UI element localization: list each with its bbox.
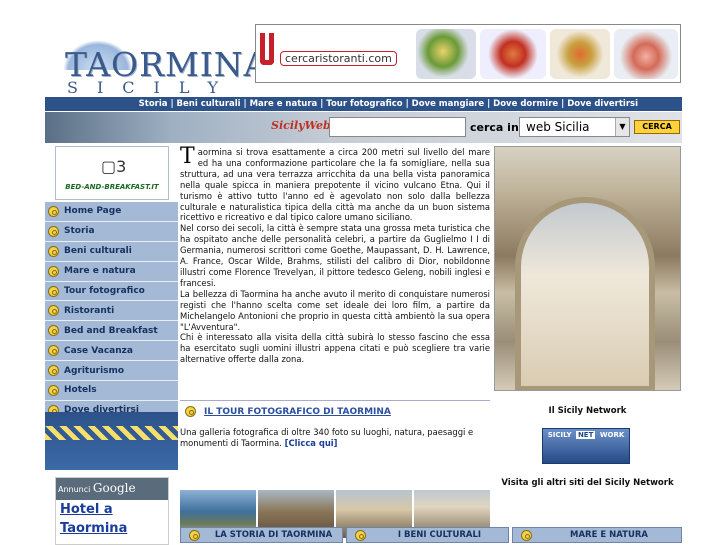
sidebar-item-ristoranti[interactable]: Ristoranti bbox=[45, 301, 178, 322]
tour-title: IL TOUR FOTOGRAFICO DI TAORMINA bbox=[204, 406, 391, 417]
banner-text: cercaristoranti.com bbox=[280, 51, 397, 66]
bed-and-breakfast-banner[interactable]: ▢3 BED-AND-BREAKFAST.IT bbox=[55, 146, 169, 200]
sidebar-item-agriturismo[interactable]: Agriturismo bbox=[45, 361, 178, 382]
intro-text: Taormina si trova esattamente a circa 20… bbox=[180, 144, 490, 365]
bullet-icon bbox=[189, 529, 200, 541]
top-nav[interactable]: Storia | Beni culturali | Mare e natura … bbox=[45, 97, 682, 111]
tour-description: Una galleria fotografica di oltre 340 fo… bbox=[180, 427, 490, 449]
tour-heading[interactable]: IL TOUR FOTOGRAFICO DI TAORMINA bbox=[180, 406, 490, 417]
food-photo-1 bbox=[416, 29, 476, 79]
sidebar-item-storia[interactable]: Storia bbox=[45, 221, 178, 242]
paragraph-3: La bellezza di Taormina ha anche avuto i… bbox=[180, 288, 490, 332]
tour-section: IL TOUR FOTOGRAFICO DI TAORMINA Una gall… bbox=[180, 406, 490, 449]
bullet-icon bbox=[521, 529, 532, 541]
search-bar: SicilyWeb cerca in: web Sicilia ▼ CERCA bbox=[45, 112, 682, 143]
paragraph-2: Nel corso dei secoli, la città è sempre … bbox=[180, 223, 490, 288]
search-scope-label: cerca in: bbox=[470, 121, 524, 134]
bullet-icon bbox=[48, 325, 59, 337]
sidebar-menu: Home Page Storia Beni culturali Mare e n… bbox=[45, 202, 178, 421]
bullet-icon bbox=[48, 384, 59, 396]
sidebar-item-bed-and-breakfast[interactable]: Bed and Breakfast bbox=[45, 321, 178, 342]
search-scope-value: web Sicilia bbox=[526, 120, 590, 134]
bottom-tab-beni-culturali[interactable]: I BENI CULTURALI bbox=[346, 527, 509, 543]
bullet-icon bbox=[48, 225, 59, 237]
sidebar-item-case-vacanza[interactable]: Case Vacanza bbox=[45, 341, 178, 362]
sidebar-item-beni-culturali[interactable]: Beni culturali bbox=[45, 241, 178, 262]
food-photo-4 bbox=[614, 29, 678, 79]
taormina-gate-photo bbox=[494, 146, 681, 391]
ads-label: Annunci bbox=[58, 485, 91, 494]
bottom-tab-label: LA STORIA DI TAORMINA bbox=[214, 530, 333, 540]
sicily-network-logo[interactable]: SICILY NET WORK bbox=[542, 428, 630, 464]
bullet-icon bbox=[48, 365, 59, 377]
arch-graphic bbox=[515, 197, 655, 390]
bottom-tab-label: MARE E NATURA bbox=[570, 530, 648, 540]
bed-and-breakfast-label: BED-AND-BREAKFAST.IT bbox=[65, 183, 159, 191]
bottom-tab-label: I BENI CULTURALI bbox=[397, 530, 482, 540]
network-logo-a: SICILY bbox=[547, 431, 572, 439]
site-logo[interactable]: TAORMINA SICILY bbox=[45, 22, 267, 97]
network-visit-text: Visita gli altri siti del Sicily Network bbox=[501, 478, 674, 488]
bullet-icon bbox=[48, 205, 59, 217]
divider bbox=[180, 400, 490, 401]
bullet-icon bbox=[48, 245, 59, 257]
google-ads-box: Annunci Google Hotel a Taormina bbox=[55, 477, 169, 545]
zigzag-graphic bbox=[45, 426, 178, 440]
search-scope-select[interactable]: web Sicilia ▼ bbox=[519, 117, 630, 137]
bullet-icon bbox=[48, 285, 59, 297]
main-content: Taormina si trova esattamente a circa 20… bbox=[180, 144, 490, 545]
bullet-icon bbox=[48, 265, 59, 277]
sidebar-item-label: Tour fotografico bbox=[64, 286, 145, 296]
drop-cap: T bbox=[180, 144, 195, 169]
bullet-icon bbox=[48, 305, 59, 317]
sidebar-item-label: Hotels bbox=[64, 385, 97, 396]
page: TAORMINA SICILY cercaristoranti.com Stor… bbox=[45, 22, 682, 545]
bottom-tab-mare-natura[interactable]: MARE E NATURA bbox=[512, 527, 682, 543]
sidebar-item-label: Agriturismo bbox=[64, 365, 125, 376]
chevron-down-icon: ▼ bbox=[615, 118, 629, 136]
bullet-icon bbox=[185, 406, 196, 417]
bed-icon: ▢3 bbox=[101, 157, 127, 176]
sidebar-decoration bbox=[45, 412, 178, 470]
food-photo-3 bbox=[550, 29, 610, 79]
ad-link-hotel-taormina[interactable]: Hotel a Taormina bbox=[56, 500, 168, 538]
sidebar-item-label: Bed and Breakfast bbox=[64, 325, 158, 336]
network-logo-c: WORK bbox=[599, 431, 625, 439]
sidebar-item-tour-fotografico[interactable]: Tour fotografico bbox=[45, 281, 178, 302]
ads-header: Annunci Google bbox=[56, 478, 168, 500]
sidebar-item-home[interactable]: Home Page bbox=[45, 202, 178, 222]
paragraph-4: Chi è interessato alla visita della citt… bbox=[180, 332, 490, 365]
ad-banner[interactable]: cercaristoranti.com bbox=[255, 24, 681, 83]
bullet-icon bbox=[355, 529, 366, 541]
sicilyweb-logo: SicilyWeb bbox=[271, 119, 331, 132]
sidebar-item-label: Storia bbox=[64, 226, 95, 237]
sidebar-item-mare-natura[interactable]: Mare e natura bbox=[45, 261, 178, 282]
sidebar-item-label: Case Vacanza bbox=[64, 345, 133, 356]
search-button[interactable]: CERCA bbox=[634, 120, 680, 134]
google-logo: Google bbox=[92, 481, 136, 495]
logo-subtitle: SICILY bbox=[67, 78, 238, 97]
search-input[interactable] bbox=[329, 117, 466, 137]
sidebar-item-label: Beni culturali bbox=[64, 246, 132, 257]
sidebar: ▢3 BED-AND-BREAKFAST.IT Home Page Storia… bbox=[45, 144, 178, 545]
network-title: Il Sicily Network bbox=[548, 406, 627, 416]
network-logo-b: NET bbox=[575, 431, 596, 439]
sidebar-item-label: Mare e natura bbox=[64, 266, 136, 277]
sidebar-item-label: Home Page bbox=[64, 206, 122, 217]
sidebar-item-hotels[interactable]: Hotels bbox=[45, 381, 178, 401]
sidebar-item-label: Ristoranti bbox=[64, 305, 115, 316]
paragraph-1: aormina si trova esattamente a circa 200… bbox=[180, 147, 490, 223]
tour-link[interactable]: [Clicca qui] bbox=[285, 438, 338, 448]
banner-logo-icon bbox=[260, 33, 274, 65]
bottom-tab-storia[interactable]: LA STORIA DI TAORMINA bbox=[180, 527, 343, 543]
bullet-icon bbox=[48, 345, 59, 357]
food-photo-2 bbox=[480, 29, 546, 79]
